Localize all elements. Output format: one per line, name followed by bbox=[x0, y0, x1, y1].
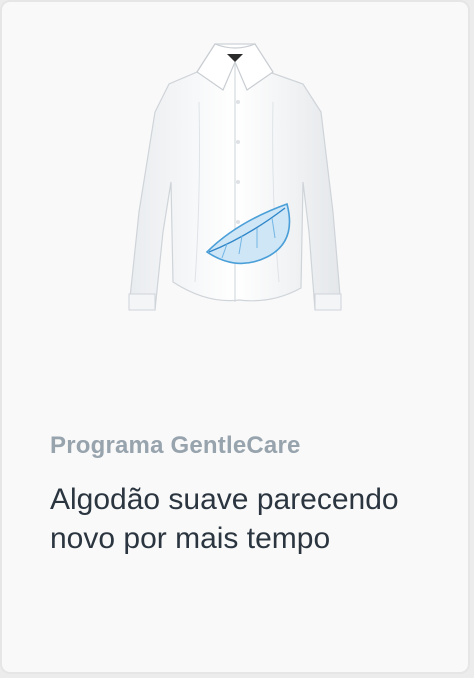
shirt-illustration bbox=[128, 43, 342, 311]
program-title: Programa GentleCare bbox=[50, 432, 301, 459]
feature-card: Programa GentleCare Algodão suave parece… bbox=[0, 0, 470, 674]
product-image bbox=[2, 2, 468, 362]
feature-headline: Algodão suave parecendo novo por mais te… bbox=[50, 483, 399, 555]
